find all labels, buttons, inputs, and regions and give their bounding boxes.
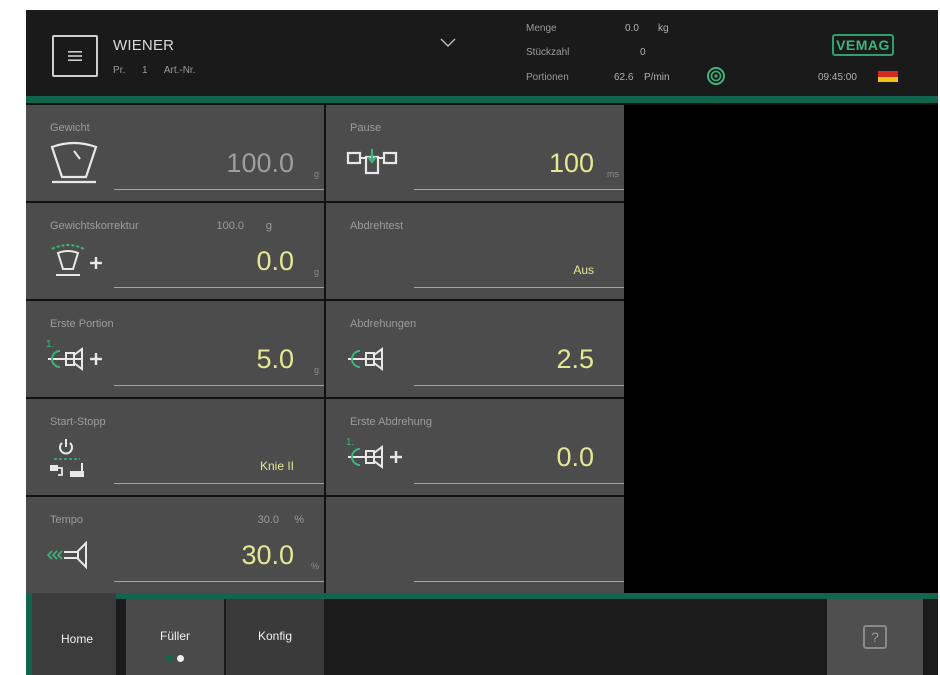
stat-value-portionen: 62.6 [614, 72, 634, 83]
tile-value: 100 [548, 148, 594, 178]
tile-erste-abdrehung[interactable]: Erste Abdrehung 1. 0.0 [326, 399, 624, 495]
tile-value: 0.0 [556, 442, 594, 472]
tempo-icon [46, 540, 87, 570]
tile-underline [414, 287, 624, 288]
tile-underline [114, 287, 324, 288]
tile-label: Pause [350, 122, 382, 134]
chevron-down-icon[interactable] [440, 38, 456, 48]
program-number: 1 [142, 65, 148, 76]
tile-empty [326, 497, 624, 593]
first-twist-icon: 1. [346, 437, 402, 469]
tile-label: Erste Abdrehung [350, 416, 432, 428]
tile-label: Abdrehtest [350, 220, 404, 232]
tile-underline [114, 189, 324, 190]
tile-abdrehungen[interactable]: Abdrehungen 2.5 [326, 301, 624, 397]
tab-filler[interactable]: Füller [126, 599, 224, 675]
product-name: WIENER [113, 37, 175, 54]
program-label: Pr. [113, 65, 126, 76]
tile-value: 0.0 [256, 246, 294, 276]
stat-label-portionen: Portionen [526, 72, 569, 83]
tile-unit: g [313, 169, 319, 179]
tile-underline [414, 385, 624, 386]
tile-unit: g [313, 365, 319, 375]
tile-tempo[interactable]: Tempo 30.0 % 30.0 % [26, 497, 324, 593]
home-button[interactable]: Home [38, 603, 116, 675]
stat-value-stueckzahl: 0 [640, 47, 646, 58]
language-flag[interactable] [878, 66, 898, 82]
vemag-logo: VEMAG [832, 34, 894, 56]
pause-separator-icon [346, 149, 398, 175]
hamburger-icon [68, 51, 82, 61]
tile-sub-unit: % [294, 514, 304, 526]
tile-start-stopp[interactable]: Start-Stopp Knie II [26, 399, 324, 495]
article-label: Art.-Nr. [163, 65, 196, 76]
machine-screen: WIENER Pr. 1 Art.-Nr. Menge Stückzahl Po… [26, 10, 938, 675]
tile-label: Gewicht [50, 122, 90, 134]
weight-correction-icon [51, 244, 102, 276]
flag-stripe-gold [878, 76, 898, 82]
tile-sub-unit: g [265, 220, 272, 232]
first-portion-icon: 1. [46, 339, 102, 371]
header-accent-stripe [26, 96, 938, 103]
menu-button[interactable] [52, 35, 98, 77]
scale-icon [50, 141, 98, 184]
page-dot-1 [166, 655, 173, 662]
tile-abdrehtest[interactable]: Abdrehtest Aus [326, 203, 624, 299]
tile-label: Tempo [50, 514, 84, 526]
tile-erste-portion[interactable]: Erste Portion 1. 5.0 g [26, 301, 324, 397]
product-info: Pr. 1 Art.-Nr. [113, 65, 209, 76]
tile-underline [414, 189, 624, 190]
tile-underline [114, 385, 324, 386]
tile-value: 100.0 [226, 148, 294, 178]
stat-label-stueckzahl: Stückzahl [526, 47, 570, 58]
tile-value: 2.5 [556, 344, 594, 374]
tile-value: Knie II [259, 459, 294, 473]
parameter-grid: Gewicht 100.0 g Pause 100 ms Gewichtskor… [26, 105, 624, 593]
badge-text: 1. [46, 339, 54, 350]
tile-unit: % [310, 561, 319, 571]
badge-text: 1. [346, 437, 354, 448]
stat-label-menge: Menge [526, 23, 557, 34]
tile-sub-value: 100.0 [216, 220, 244, 232]
target-icon [707, 67, 725, 85]
tile-value: Aus [573, 263, 594, 277]
twist-icon [348, 347, 383, 371]
tile-underline [114, 483, 324, 484]
tab-konfig[interactable]: Konfig [226, 599, 324, 675]
tile-underline [114, 581, 324, 582]
tile-value: 5.0 [256, 344, 294, 374]
stat-unit-portionen: P/min [644, 72, 670, 83]
stat-value-menge: 0.0 [625, 23, 639, 34]
tile-unit: g [313, 267, 319, 277]
tile-label: Gewichtskorrektur [50, 220, 139, 232]
page-dots [126, 655, 224, 662]
start-stop-icon [50, 439, 84, 477]
tile-sub-value: 30.0 [257, 514, 279, 526]
help-button[interactable]: ? [827, 599, 923, 675]
tile-label: Start-Stopp [50, 416, 106, 428]
tile-label: Erste Portion [50, 318, 114, 330]
tab-konfig-label: Konfig [257, 629, 293, 643]
clock: 09:45:00 [818, 72, 857, 83]
tile-gewicht[interactable]: Gewicht 100.0 g [26, 105, 324, 201]
header-bar: WIENER Pr. 1 Art.-Nr. Menge Stückzahl Po… [26, 10, 938, 96]
page-dot-2 [177, 655, 184, 662]
right-panel [624, 105, 938, 593]
tab-filler-label: Füller [159, 629, 190, 643]
tile-underline [414, 483, 624, 484]
tile-pause[interactable]: Pause 100 ms [326, 105, 624, 201]
tile-gewichtskorrektur[interactable]: Gewichtskorrektur 100.0 g 0.0 g [26, 203, 324, 299]
help-icon: ? [863, 625, 887, 649]
stat-unit-menge: kg [658, 23, 669, 34]
tile-underline [414, 581, 624, 582]
tile-value: 30.0 [241, 540, 294, 570]
tile-unit: ms [607, 169, 619, 179]
tile-label: Abdrehungen [350, 318, 417, 330]
footer-nav: Home Füller Konfig ? [26, 593, 938, 675]
